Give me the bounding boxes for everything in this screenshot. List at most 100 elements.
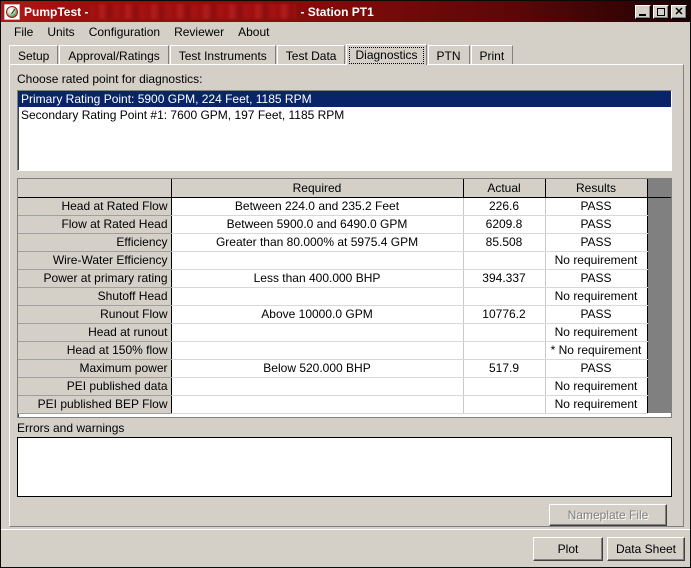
cell-results: PASS <box>545 269 648 288</box>
table-row[interactable]: Head at 150% flow * No requirement <box>18 341 671 360</box>
results-table: Required Actual Results Head at Rated Fl… <box>18 179 671 414</box>
table-row[interactable]: Head at runout No requirement <box>18 323 671 342</box>
plot-button[interactable]: Plot <box>533 537 603 561</box>
cell-required <box>171 287 464 306</box>
row-header: Shutoff Head <box>18 287 172 306</box>
column-header-name <box>18 179 172 198</box>
list-item[interactable]: Secondary Rating Point #1: 7600 GPM, 197… <box>18 107 671 123</box>
table-row[interactable]: Efficiency Greater than 80.000% at 5975.… <box>18 233 671 252</box>
table-row[interactable]: PEI published BEP Flow No requirement <box>18 395 671 414</box>
row-header: Power at primary rating <box>18 269 172 288</box>
cell-actual: 394.337 <box>463 269 546 288</box>
tab-setup[interactable]: Setup <box>9 45 59 65</box>
tab-diagnostics[interactable]: Diagnostics <box>346 44 427 65</box>
window-title-suffix: - Station PT1 <box>300 4 374 19</box>
list-item[interactable]: Primary Rating Point: 5900 GPM, 224 Feet… <box>18 91 671 107</box>
cell-gutter <box>647 377 671 395</box>
cell-gutter <box>647 323 671 341</box>
table-header: Required Actual Results <box>18 179 671 198</box>
row-header: Head at runout <box>18 323 172 342</box>
menu-item-configuration[interactable]: Configuration <box>82 24 167 40</box>
tab-print[interactable]: Print <box>470 45 514 65</box>
cell-results: No requirement <box>545 251 648 270</box>
cell-actual <box>463 251 546 270</box>
menu-item-units[interactable]: Units <box>40 24 81 40</box>
row-header: Wire-Water Efficiency <box>18 251 172 270</box>
cell-actual: 10776.2 <box>463 305 546 324</box>
minimize-button[interactable] <box>635 4 651 19</box>
table-row[interactable]: Maximum power Below 520.000 BHP 517.9 PA… <box>18 359 671 378</box>
tab-label: Diagnostics <box>355 48 418 62</box>
tab-label: PTN <box>436 48 461 63</box>
row-header: PEI published data <box>18 377 172 396</box>
cell-results: No requirement <box>545 323 648 342</box>
cell-gutter <box>647 269 671 287</box>
menu-item-reviewer[interactable]: Reviewer <box>167 24 231 40</box>
tab-page-diagnostics: Choose rated point for diagnostics: Prim… <box>9 64 684 527</box>
close-button[interactable]: ✕ <box>671 4 687 19</box>
tab-approval-ratings[interactable]: Approval/Ratings <box>59 45 169 65</box>
row-header: PEI published BEP Flow <box>18 395 172 414</box>
tab-label: Setup <box>18 48 50 63</box>
table-row[interactable]: Flow at Rated Head Between 5900.0 and 64… <box>18 215 671 234</box>
cell-gutter <box>647 359 671 377</box>
cell-results: PASS <box>545 197 648 216</box>
table-row[interactable]: PEI published data No requirement <box>18 377 671 396</box>
tab-test-instruments[interactable]: Test Instruments <box>169 45 276 65</box>
cell-actual: 517.9 <box>463 359 546 378</box>
cell-results: PASS <box>545 359 648 378</box>
cell-results: PASS <box>545 215 648 234</box>
cell-gutter <box>647 251 671 269</box>
menu-item-about[interactable]: About <box>231 24 276 40</box>
nameplate-file-button[interactable]: Nameplate File <box>549 504 667 526</box>
cell-gutter <box>647 341 671 359</box>
column-header-results: Results <box>545 179 648 198</box>
menu-item-file[interactable]: File <box>7 24 40 40</box>
cell-actual: 6209.8 <box>463 215 546 234</box>
maximize-button[interactable] <box>653 4 669 19</box>
table-row[interactable]: Runout Flow Above 10000.0 GPM 10776.2 PA… <box>18 305 671 324</box>
column-header-required: Required <box>171 179 464 198</box>
table-row[interactable]: Power at primary rating Less than 400.00… <box>18 269 671 288</box>
close-icon: ✕ <box>674 5 684 18</box>
cell-required <box>171 377 464 396</box>
cell-required: Between 5900.0 and 6490.0 GPM <box>171 215 464 234</box>
cell-gutter <box>647 305 671 323</box>
cell-required <box>171 341 464 360</box>
cell-gutter <box>647 197 671 215</box>
table-header-row: Required Actual Results <box>18 179 671 198</box>
cell-actual: 226.6 <box>463 197 546 216</box>
cell-actual: 85.508 <box>463 233 546 252</box>
tab-label: Print <box>479 48 505 63</box>
errors-and-warnings-box[interactable] <box>17 437 672 497</box>
cell-gutter <box>647 215 671 233</box>
cell-required: Between 224.0 and 235.2 Feet <box>171 197 464 216</box>
cell-results: * No requirement <box>545 341 648 360</box>
row-header: Head at Rated Flow <box>18 197 172 216</box>
cell-required: Less than 400.000 BHP <box>171 269 464 288</box>
table-row[interactable]: Head at Rated Flow Between 224.0 and 235… <box>18 197 671 216</box>
cell-gutter <box>647 395 671 413</box>
tab-strip: Setup Approval/Ratings Test Instruments … <box>9 44 684 65</box>
cell-results: No requirement <box>545 395 648 414</box>
tab-ptn[interactable]: PTN <box>427 45 470 65</box>
row-header: Head at 150% flow <box>18 341 172 360</box>
tab-label: Test Instruments <box>178 48 267 63</box>
menu-bar: File Units Configuration Reviewer About <box>1 22 690 41</box>
data-sheet-button[interactable]: Data Sheet <box>607 537 685 561</box>
table-row[interactable]: Wire-Water Efficiency No requirement <box>18 251 671 270</box>
cell-results: PASS <box>545 305 648 324</box>
table-body: Head at Rated Flow Between 224.0 and 235… <box>18 197 671 414</box>
cell-actual <box>463 341 546 360</box>
cell-actual <box>463 377 546 396</box>
table-row[interactable]: Shutoff Head No requirement <box>18 287 671 306</box>
cell-gutter <box>647 287 671 305</box>
tab-label: Approval/Ratings <box>68 48 160 63</box>
rating-point-list[interactable]: Primary Rating Point: 5900 GPM, 224 Feet… <box>17 90 672 171</box>
tab-test-data[interactable]: Test Data <box>276 45 346 65</box>
cell-actual <box>463 323 546 342</box>
column-header-actual: Actual <box>463 179 546 198</box>
application-window: PumpTest - - Station PT1 ✕ File Units Co… <box>0 0 691 568</box>
row-header: Runout Flow <box>18 305 172 324</box>
cell-required: Below 520.000 BHP <box>171 359 464 378</box>
